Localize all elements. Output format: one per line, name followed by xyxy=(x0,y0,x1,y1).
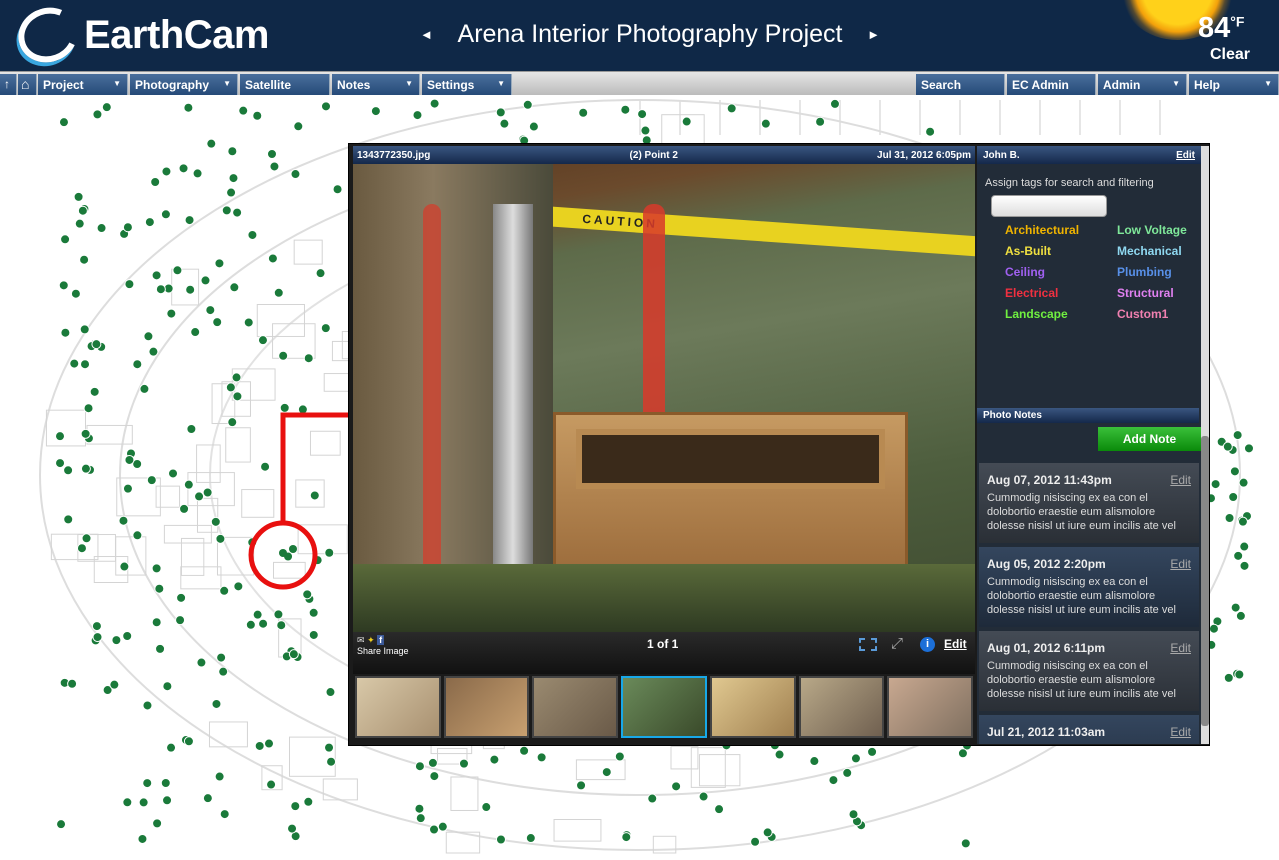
note-edit-link[interactable]: Edit xyxy=(1170,473,1191,487)
tag-landscape[interactable]: Landscape xyxy=(1005,307,1117,321)
tag-prompt: Assign tags for search and filtering xyxy=(985,177,1154,189)
photo-filename: 1343772350.jpg xyxy=(357,149,431,161)
tag-electrical[interactable]: Electrical xyxy=(1005,286,1117,300)
thumbnail-strip xyxy=(353,674,975,740)
user-edit-link[interactable]: Edit xyxy=(1176,150,1195,161)
page-indicator: 1 of 1 xyxy=(647,637,679,651)
note-item: Aug 07, 2012 11:43pm Edit Cummodig nisisci… xyxy=(979,463,1199,543)
tag-plumbing[interactable]: Plumbing xyxy=(1117,265,1201,279)
wooden-crate xyxy=(553,412,908,582)
note-edit-link[interactable]: Edit xyxy=(1170,641,1191,655)
thumbnail[interactable] xyxy=(798,676,885,738)
thumbnail[interactable] xyxy=(443,676,530,738)
note-date: Aug 05, 2012 2:20pm xyxy=(987,557,1106,571)
info-icon[interactable]: i xyxy=(920,637,935,652)
note-item: Aug 05, 2012 2:20pm Edit Cummodig nisiscin… xyxy=(979,547,1199,627)
add-note-button[interactable]: Add Note xyxy=(1098,427,1201,451)
share-icon[interactable]: ✦ xyxy=(367,635,375,645)
note-text: Cummodig nisiscing ex ea con el dolobort… xyxy=(987,660,1176,700)
tag-input[interactable] xyxy=(991,195,1107,217)
thumbnail[interactable] xyxy=(532,676,619,738)
camera-point-marker[interactable] xyxy=(279,549,287,557)
note-date: Aug 01, 2012 6:11pm xyxy=(987,641,1106,655)
photo-viewer: 1343772350.jpg (2) Point 2 Jul 31, 2012 … xyxy=(348,143,1210,746)
note-item: Jul 21, 2012 11:03am Edit xyxy=(979,715,1199,744)
tag-mechanical[interactable]: Mechanical xyxy=(1117,244,1201,258)
photo-datetime: Jul 31, 2012 6:05pm xyxy=(877,149,971,161)
tag-custom1[interactable]: Custom1 xyxy=(1117,307,1201,321)
pipe xyxy=(493,204,533,584)
user-bar: John B. Edit xyxy=(977,146,1201,164)
tag-as-built[interactable]: As-Built xyxy=(1005,244,1117,258)
thumbnail[interactable] xyxy=(709,676,796,738)
tag-structural[interactable]: Structural xyxy=(1117,286,1201,300)
share-label: Share Image xyxy=(357,646,409,656)
photo-toolbar: ✉ ✦ f Share Image 1 of 1 ⤢ i Edit xyxy=(353,632,975,674)
photo-point: (2) Point 2 xyxy=(629,149,678,161)
photo-header: 1343772350.jpg (2) Point 2 Jul 31, 2012 … xyxy=(353,146,975,164)
thumbnail[interactable] xyxy=(355,676,441,738)
tag-architectural[interactable]: Architectural xyxy=(1005,223,1117,237)
note-text: Cummodig nisiscing ex ea con el dolobort… xyxy=(987,492,1176,532)
note-edit-link[interactable]: Edit xyxy=(1170,557,1191,571)
pointer-line xyxy=(280,412,350,522)
photo-edit-link[interactable]: Edit xyxy=(944,637,967,651)
tarp-foreground xyxy=(353,564,975,632)
thumbnail[interactable] xyxy=(887,676,974,738)
tag-ceiling[interactable]: Ceiling xyxy=(1005,265,1117,279)
email-icon[interactable]: ✉ xyxy=(357,635,365,645)
facebook-icon[interactable]: f xyxy=(377,635,385,645)
red-tape-stripe xyxy=(423,204,441,624)
tag-list: Architectural Low Voltage As-Built Mechanic… xyxy=(977,217,1201,321)
note-item: Aug 01, 2012 6:11pm Edit Cummodig nisiscin… xyxy=(979,631,1199,711)
thumbnail[interactable] xyxy=(621,676,707,738)
photo-notes-title: Photo Notes xyxy=(977,408,1199,423)
note-text: Cummodig nisiscing ex ea con el dolobort… xyxy=(987,576,1176,616)
share-image[interactable]: ✉ ✦ f Share Image xyxy=(357,635,409,656)
photo-side-panel: John B. Edit Assign tags for search and f… xyxy=(977,146,1201,744)
tag-low voltage[interactable]: Low Voltage xyxy=(1117,223,1201,237)
notes-list: Aug 07, 2012 11:43pm Edit Cummodig nisisci… xyxy=(977,459,1201,744)
fullscreen-icon[interactable]: ⤢ xyxy=(891,635,903,652)
user-name: John B. xyxy=(983,149,1020,161)
camera-point-marker[interactable] xyxy=(289,545,297,553)
scroll-thumb[interactable] xyxy=(1201,436,1209,726)
fit-screen-icon[interactable] xyxy=(859,638,877,651)
construction-photo[interactable]: CAUTION xyxy=(353,164,975,632)
note-date: Jul 21, 2012 11:03am xyxy=(987,725,1106,739)
note-date: Aug 07, 2012 11:43pm xyxy=(987,473,1112,487)
notes-scrollbar[interactable] xyxy=(1201,146,1209,744)
note-edit-link[interactable]: Edit xyxy=(1170,725,1191,739)
